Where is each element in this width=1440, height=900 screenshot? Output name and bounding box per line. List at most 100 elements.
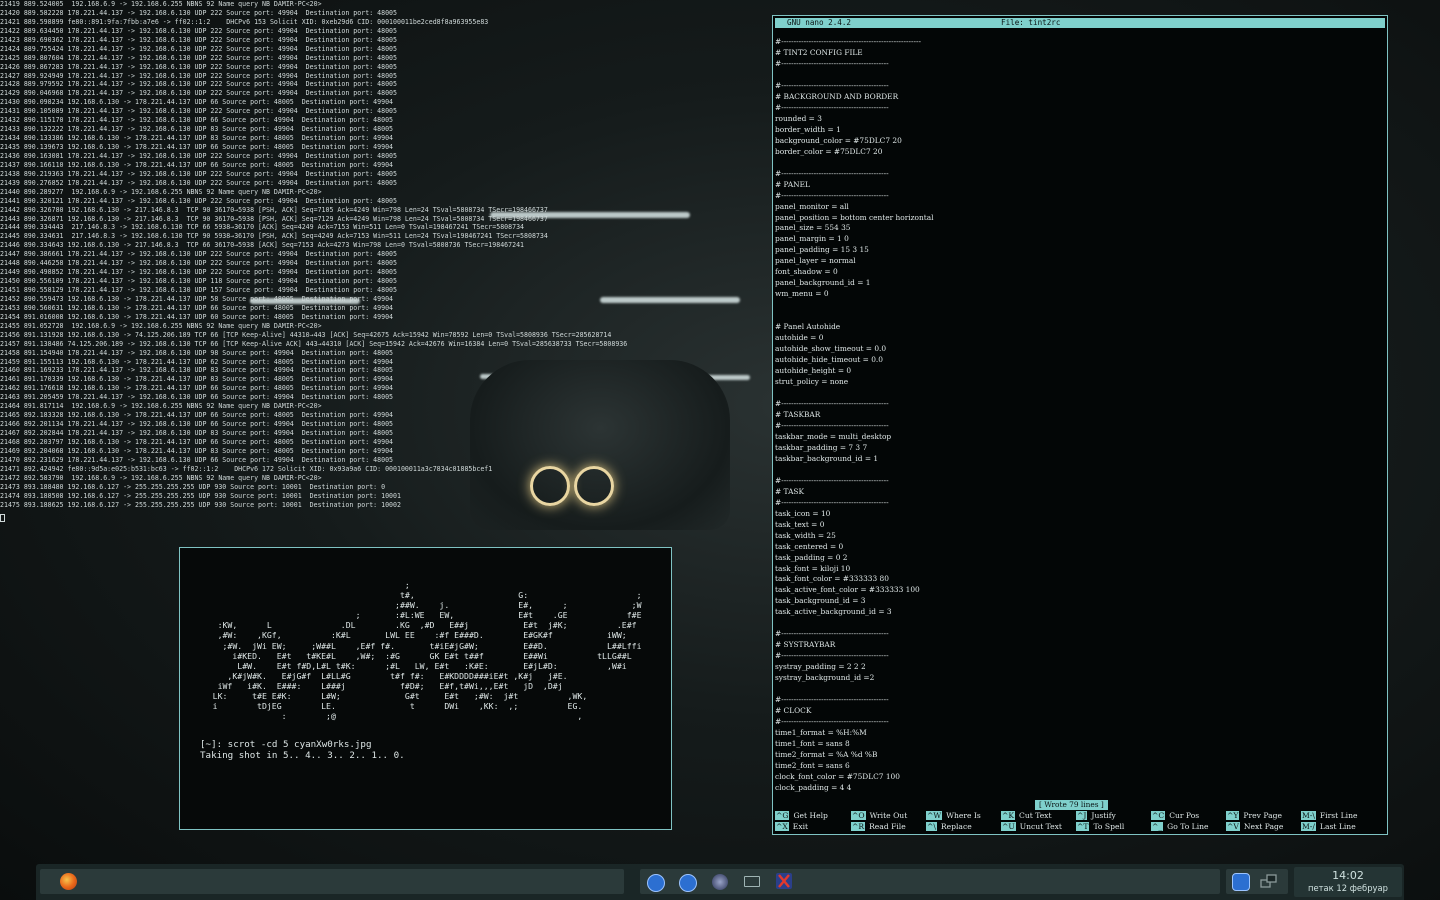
log-line: 21442 890.326780 192.168.6.130 -> 217.14… <box>0 205 548 214</box>
log-line: 21438 890.219363 178.221.44.137 -> 192.1… <box>0 169 397 178</box>
shortcut-replace[interactable]: ^\ Replace <box>926 822 972 832</box>
shortcut-get-help[interactable]: ^G Get Help <box>775 811 828 821</box>
config-line: systray_background_id =2 <box>775 673 875 683</box>
log-line: 21423 889.690362 178.221.44.137 -> 192.1… <box>0 35 397 44</box>
config-line: task_active_font_color = #333333 100 <box>775 585 920 595</box>
scrot-terminal-window[interactable]: ; t#, G: ; ;##W. j. E#, ; ;W ;:#L:WE EW… <box>179 547 672 830</box>
config-line: task_icon = 10 <box>775 508 831 518</box>
log-line: 21451 890.558129 178.221.44.137 -> 192.1… <box>0 286 397 294</box>
config-line: time2_font = sans 6 <box>775 760 850 770</box>
shortcut-exit[interactable]: ^X Exit <box>775 822 808 832</box>
shortcut-label: Exit <box>792 822 809 831</box>
shortcut-write-out[interactable]: ^O Write Out <box>851 811 907 821</box>
teamviewer-icon[interactable] <box>679 874 697 892</box>
nano-editor-window[interactable]: GNU nano 2.4.2 File: tint2rc #----------… <box>772 15 1388 835</box>
log-line: 21422 889.634450 178.221.44.137 -> 192.1… <box>0 26 397 35</box>
config-line: #---------------------------------------… <box>775 420 889 430</box>
config-line: #---------------------------------------… <box>775 80 889 90</box>
config-line: panel_position = bottom center horizonta… <box>775 212 934 222</box>
nano-version: GNU nano 2.4.2 <box>787 18 852 27</box>
shortcut-label: Go To Line <box>1167 822 1209 831</box>
shortcut-next-page[interactable]: ^V Next Page <box>1226 822 1283 832</box>
log-line: 21455 891.052728 192.168.6.9 -> 192.168.… <box>0 321 322 330</box>
log-line: 21457 891.138486 74.125.206.189 -> 192.1… <box>0 339 628 348</box>
log-line: 21428 889.979592 178.221.44.137 -> 192.1… <box>0 80 397 89</box>
nano-text-area[interactable]: #---------------------------------------… <box>775 37 1385 794</box>
config-line: task_font_color = #333333 80 <box>775 574 889 584</box>
shortcut-first-line[interactable]: M-\ First Line <box>1301 811 1357 821</box>
config-line: border_width = 1 <box>775 124 841 134</box>
shortcut-key: ^X <box>775 822 789 831</box>
terminal-output: [~]: scrot -cd 5 cyanXw0rks.jpg Taking s… <box>200 739 405 761</box>
disk-utility-icon[interactable] <box>712 874 728 890</box>
config-line: #---------------------------------------… <box>775 398 889 408</box>
shortcut-read-file[interactable]: ^R Read File <box>851 822 906 832</box>
log-line: 21475 893.188625 192.168.6.127 -> 255.25… <box>0 500 401 509</box>
config-line: # CLOCK <box>775 706 812 716</box>
config-line: #---------------------------------------… <box>775 168 889 178</box>
config-line: autohide_show_timeout = 0.0 <box>775 344 887 354</box>
log-line: 21465 892.183328 192.168.6.130 -> 178.22… <box>0 411 394 420</box>
network-icon[interactable] <box>1260 874 1277 890</box>
log-line: 21440 890.289277 192.168.6.9 -> 192.168.… <box>0 187 322 196</box>
log-line: 21474 893.188508 192.168.6.127 -> 255.25… <box>0 491 401 500</box>
teamviewer-icon[interactable] <box>647 874 665 892</box>
shortcut-justify[interactable]: ^J Justify <box>1076 811 1116 821</box>
log-line: 21443 890.326871 192.168.6.130 -> 217.14… <box>0 214 548 223</box>
log-line: 21446 890.334643 192.168.6.130 -> 217.14… <box>0 241 525 250</box>
log-line: 21472 892.583790 192.168.6.9 -> 192.168.… <box>0 473 322 482</box>
shortcut-prev-page[interactable]: ^Y Prev Page <box>1226 811 1282 821</box>
shortcut-key: M-/ <box>1301 822 1316 831</box>
shortcut-to-spell[interactable]: ^T To Spell <box>1076 822 1124 832</box>
nano-status-message: [ Wrote 79 lines ] <box>1035 800 1108 810</box>
shortcut-key: ^_ <box>1151 822 1164 831</box>
log-line: 21452 890.559473 192.168.6.130 -> 178.22… <box>0 294 394 303</box>
config-line: task_centered = 0 <box>775 541 844 551</box>
shortcut-key: ^T <box>1076 822 1090 831</box>
shortcut-label: Prev Page <box>1243 811 1282 820</box>
clock-date: петак 12 фебруар <box>1308 883 1388 893</box>
firefox-icon[interactable] <box>60 873 77 890</box>
teamviewer-tray-icon[interactable] <box>1232 873 1250 891</box>
config-line: font_shadow = 0 <box>775 267 838 277</box>
config-line <box>775 311 1385 322</box>
shortcut-key: ^K <box>1001 811 1016 820</box>
shortcut-key: ^Y <box>1226 811 1240 820</box>
config-line: wm_menu = 0 <box>775 289 829 299</box>
shortcut-label: Justify <box>1091 811 1116 820</box>
shortcut-where-is[interactable]: ^W Where Is <box>926 811 981 821</box>
config-line: #---------------------------------------… <box>775 475 889 485</box>
config-line: border_color = #75DLC7 20 <box>775 146 883 156</box>
shortcut-go-to-line[interactable]: ^_ Go To Line <box>1151 822 1209 832</box>
log-line: 21435 890.139673 192.168.6.130 -> 178.22… <box>0 143 394 151</box>
shortcut-label: Where Is <box>946 811 981 820</box>
shortcut-key: ^W <box>926 811 943 820</box>
tcpdump-terminal[interactable]: 21419 889.524005 192.168.6.9 -> 192.168.… <box>0 0 770 525</box>
config-line: panel_monitor = all <box>775 201 849 211</box>
config-line: clock_padding = 4 4 <box>775 782 852 792</box>
config-line: task_padding = 0 2 <box>775 552 848 562</box>
log-line: 21433 890.132222 178.221.44.137 -> 192.1… <box>0 125 394 134</box>
window-icon[interactable] <box>744 876 760 887</box>
shortcut-label: Next Page <box>1243 822 1284 831</box>
config-line: # TASK <box>775 486 804 496</box>
log-line: 21437 890.166110 192.168.6.130 -> 178.22… <box>0 160 394 169</box>
log-line: 21445 890.334631 217.146.8.3 -> 192.168.… <box>0 232 548 241</box>
shortcut-key: ^J <box>1076 811 1088 820</box>
panel-clock[interactable]: 14:02 петак 12 фебруар <box>1294 867 1402 897</box>
log-line: 21429 890.046968 178.221.44.137 -> 192.1… <box>0 89 397 98</box>
log-line: 21467 892.202844 178.221.44.137 -> 192.1… <box>0 429 394 437</box>
shortcut-cur-pos[interactable]: ^C Cur Pos <box>1151 811 1199 821</box>
shortcut-cut-text[interactable]: ^K Cut Text <box>1001 811 1052 821</box>
log-line: 21441 890.320121 178.221.44.137 -> 192.1… <box>0 196 397 205</box>
shortcut-label: Replace <box>940 822 972 831</box>
log-line: 21448 890.446258 178.221.44.137 -> 192.1… <box>0 259 397 268</box>
command-output: Taking shot in 5.. 4.. 3.. 2.. 1.. 0. <box>200 750 405 761</box>
config-line: task_font = kiloji 10 <box>775 563 851 573</box>
log-line: 21461 891.170339 192.168.6.130 -> 178.22… <box>0 375 394 384</box>
x-terminal-icon[interactable] <box>776 873 792 889</box>
shortcut-last-line[interactable]: M-/Last Line <box>1301 822 1356 832</box>
log-line: 21432 890.115170 178.221.44.137 -> 192.1… <box>0 116 394 125</box>
config-line <box>775 618 1385 629</box>
shortcut-uncut-text[interactable]: ^U Uncut Text <box>1001 822 1062 832</box>
